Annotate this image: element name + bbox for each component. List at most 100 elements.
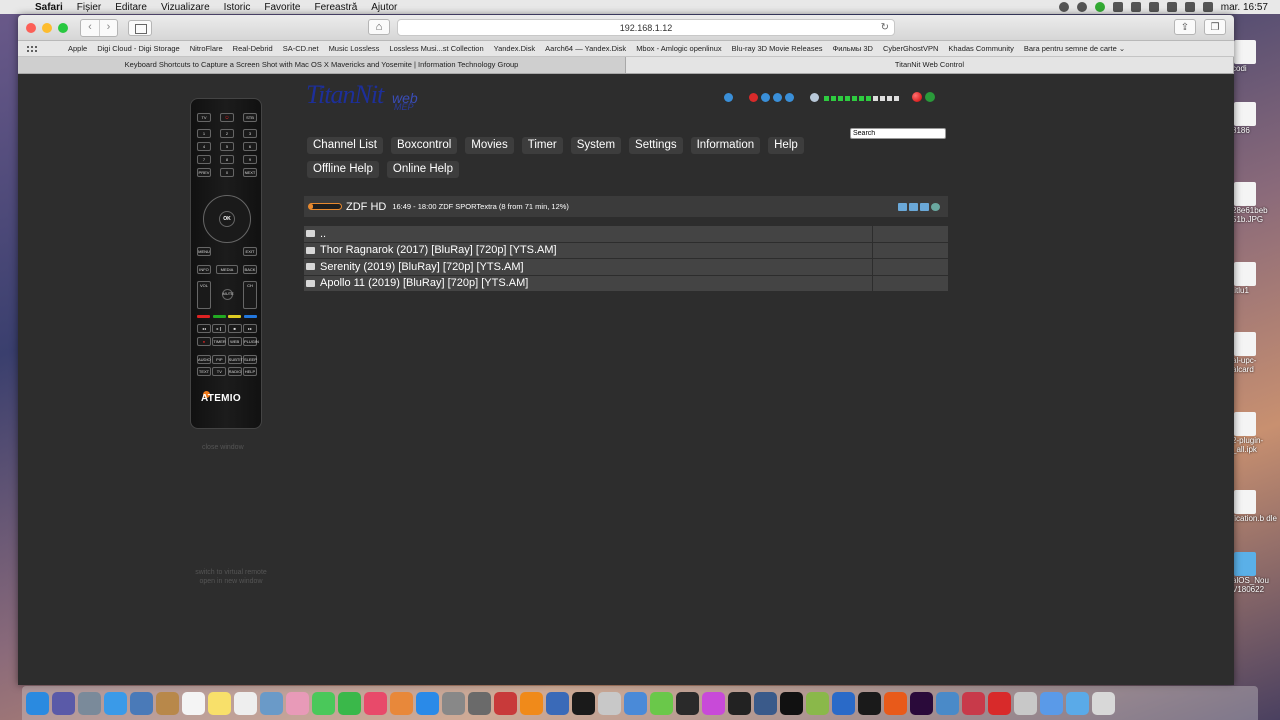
bookmark-item[interactable]: Apple [68,44,87,53]
eye-icon[interactable] [1058,2,1069,12]
remote-key-6[interactable]: 6 [243,142,257,151]
bookmark-folder[interactable]: Bara pentru semne de carte ⌄ [1024,44,1125,53]
channel-name[interactable]: ZDF HD [346,201,386,213]
app-icon[interactable] [702,691,725,715]
nav-offline-help[interactable]: Offline Help [307,161,379,178]
mail-icon[interactable] [130,691,153,715]
app-icon[interactable] [1014,691,1037,715]
remote-web-button[interactable]: WEB [227,337,242,346]
nav-settings[interactable]: Settings [629,137,683,154]
firefox-icon[interactable] [884,691,907,715]
nav-channel-list[interactable]: Channel List [307,137,383,154]
nav-information[interactable]: Information [690,137,761,154]
remote-help-button[interactable]: HELP [242,367,257,376]
system-preferences-icon[interactable] [442,691,465,715]
list-item[interactable]: Thor Ragnarok (2017) [BluRay] [720p] [YT… [304,242,948,259]
contacts-icon[interactable] [156,691,179,715]
bookmark-item[interactable]: NitroFlare [190,44,223,53]
remote-key-5[interactable]: 5 [220,142,234,151]
fast-forward-icon[interactable]: ▸▸ [242,324,257,333]
terminal-icon[interactable] [780,691,803,715]
remote-sleep-button[interactable]: SLEEP [242,355,257,364]
utility-icon[interactable] [468,691,491,715]
pdf-icon[interactable] [988,691,1011,715]
bookmark-item[interactable]: Lossless Musi...st Collection [389,44,483,53]
nav-online-help[interactable]: Online Help [386,161,459,178]
remote-power-button[interactable]: ⏻ [220,113,234,122]
notes-icon[interactable] [208,691,231,715]
minimize-window-button[interactable] [42,22,52,33]
remote-volume-rocker[interactable]: VOL [197,281,211,309]
remote-text-button[interactable]: TEXT [197,367,211,376]
remote-yellow-key[interactable] [228,315,242,318]
remote-stb-button[interactable]: STB [243,113,257,122]
top-sites-grid-icon[interactable] [26,44,38,53]
app-icon[interactable] [650,691,673,715]
address-bar[interactable]: 192.168.1.12 ↻ [397,19,895,36]
switch-remote-link[interactable]: switch to virtual remote open in new win… [181,568,281,586]
nav-timer[interactable]: Timer [521,137,563,154]
movie-title[interactable]: Thor Ragnarok (2017) [BluRay] [720p] [YT… [320,244,557,256]
remote-key-0[interactable]: 0 [220,168,234,177]
bookmark-item[interactable]: Music Lossless [329,44,380,53]
remote-ok-button[interactable]: OK [219,211,235,227]
bookmark-item[interactable]: CyberGhostVPN [883,44,938,53]
maps-icon[interactable] [260,691,283,715]
close-window-button[interactable] [26,22,36,33]
tab-titannit[interactable]: TitanNit Web Control [626,57,1234,73]
grid-icon[interactable] [1112,2,1123,12]
desktop-file[interactable]: alOS_Nou V180622 [1232,552,1280,594]
back-arrow-icon[interactable]: ‹ [81,20,99,36]
remote-media-button[interactable]: MEDIA [216,265,238,274]
menu-file[interactable]: Fișier [70,2,108,13]
folder-icon[interactable] [1066,691,1089,715]
finder-icon[interactable] [26,691,49,715]
remote-tv-mode-button[interactable]: TV [212,367,227,376]
app-icon[interactable] [1130,2,1141,12]
remote-key-1[interactable]: 1 [197,129,211,138]
record-status-icon[interactable] [912,92,922,102]
menu-history[interactable]: Istoric [217,2,258,13]
activity-monitor-icon[interactable] [572,691,595,715]
monitor-icon[interactable] [898,202,907,211]
desktop-file[interactable]: codi [1232,40,1280,73]
quicktime-icon[interactable] [546,691,569,715]
nav-movies[interactable]: Movies [465,137,514,154]
messages-icon[interactable] [312,691,335,715]
rewind-icon[interactable]: ◂◂ [197,324,211,333]
remote-info-button[interactable]: INFO [197,265,211,274]
downloads-folder-icon[interactable] [1040,691,1063,715]
record-icon[interactable]: ● [197,337,211,346]
bookmark-item[interactable]: Real-Debrid [233,44,273,53]
remote-key-9[interactable]: 9 [243,155,257,164]
bookmark-item[interactable]: Khadas Community [948,44,1013,53]
parent-directory-link[interactable]: .. [320,228,326,240]
photos-icon[interactable] [286,691,309,715]
tab-keyboard-shortcuts[interactable]: Keyboard Shortcuts to Capture a Screen S… [18,57,626,73]
menu-edit[interactable]: Editare [108,2,154,13]
desktop-file[interactable]: 2-plugin- _all.ipk [1232,412,1280,454]
menu-bookmarks[interactable]: Favorite [257,2,307,13]
menu-window[interactable]: Fereastră [307,2,364,13]
play-pause-icon[interactable]: ▸❙ [212,324,227,333]
final-cut-icon[interactable] [676,691,699,715]
menu-view[interactable]: Vizualizare [154,2,217,13]
wifi-icon[interactable] [1166,2,1177,12]
sidebar-toggle-button[interactable] [128,19,152,36]
app-icon[interactable] [494,691,517,715]
menu-safari[interactable]: Safari [28,2,70,13]
menu-help[interactable]: Ajutor [364,2,404,13]
app-icon[interactable] [962,691,985,715]
app-icon[interactable] [832,691,855,715]
remote-radio-button[interactable]: RADIO [227,367,242,376]
pause-icon[interactable] [724,92,733,102]
remote-green-key[interactable] [212,315,226,318]
remote-audio-button[interactable]: AUDIO [197,355,211,364]
app-icon[interactable] [624,691,647,715]
bookmark-item[interactable]: Blu-ray 3D Movie Releases [732,44,823,53]
desktop-file[interactable]: fication.b dle [1232,490,1280,523]
nav-help[interactable]: Help [768,137,804,154]
remote-key-7[interactable]: 7 [197,155,211,164]
music-icon[interactable] [364,691,387,715]
bookmark-item[interactable]: Yandex.Disk [494,44,536,53]
